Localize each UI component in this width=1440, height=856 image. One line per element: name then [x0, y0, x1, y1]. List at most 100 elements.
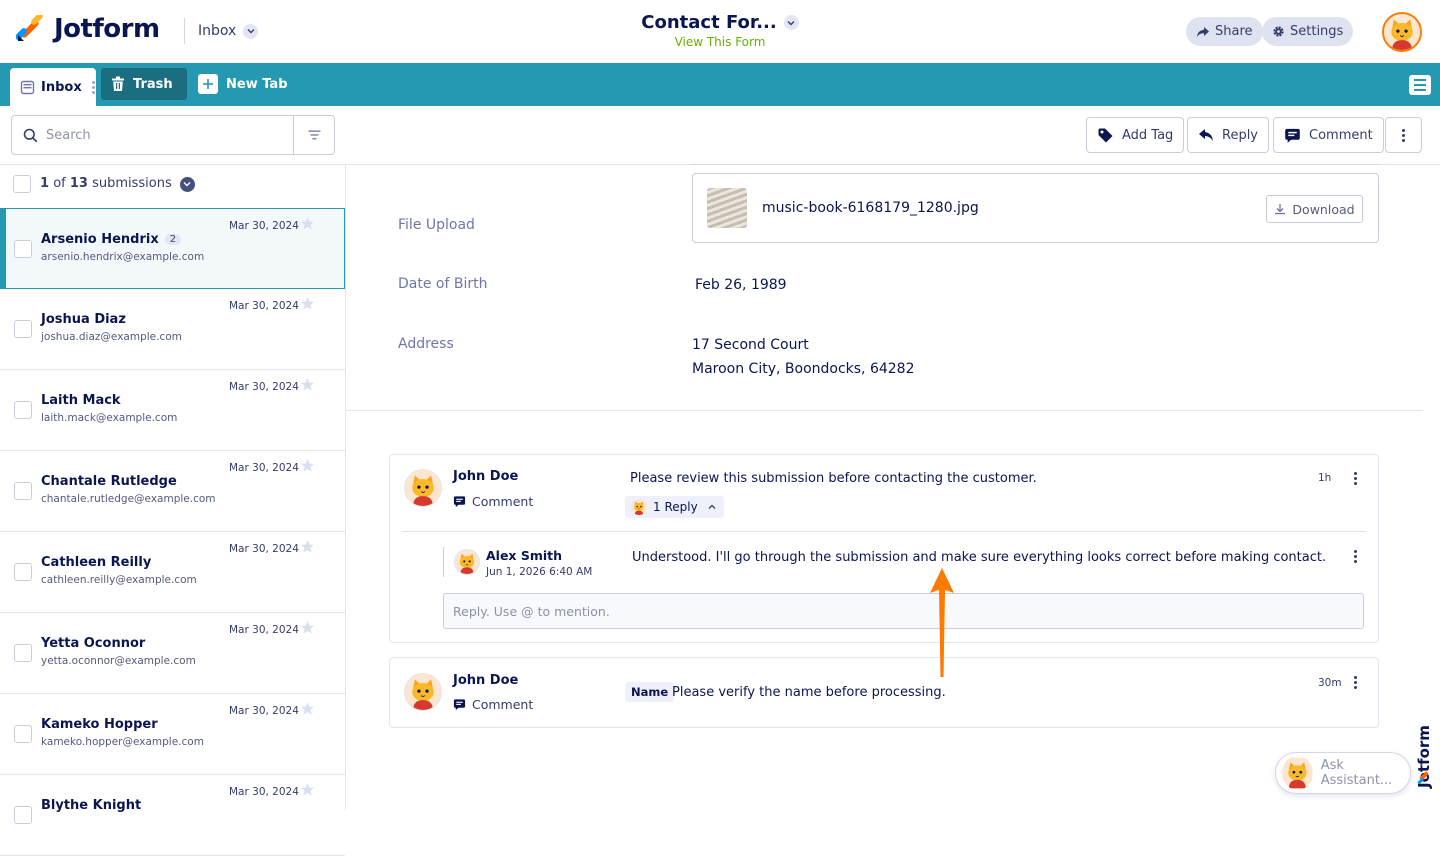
submitter-email: chantale.rutledge@example.com	[41, 493, 216, 505]
row-checkbox[interactable]	[14, 725, 32, 743]
kebab-icon[interactable]	[1354, 550, 1358, 563]
submitter-name: Laith Mack	[41, 393, 121, 408]
comment-type: Comment	[453, 697, 533, 712]
row-checkbox[interactable]	[14, 401, 32, 419]
submission-date: Mar 30, 2024	[229, 220, 299, 232]
tab-trash-label: Trash	[133, 76, 173, 92]
side-brand-badge[interactable]: Jotform	[1413, 690, 1435, 790]
share-label: Share	[1215, 24, 1253, 39]
selection-summary: 1 of 13 submissions	[13, 175, 195, 193]
star-icon[interactable]	[300, 216, 315, 231]
submission-name: Cathleen Reilly	[41, 555, 151, 570]
reply-button[interactable]: Reply	[1187, 117, 1270, 153]
address-line-2: Maroon City, Boondocks, 64282	[692, 361, 915, 377]
list-item[interactable]: Kameko Hopper kameko.hopper@example.com Ma…	[0, 694, 345, 775]
row-checkbox[interactable]	[14, 644, 32, 662]
list-item[interactable]: Blythe Knight Mar 30, 2024	[0, 775, 345, 856]
submission-name: Joshua Diaz	[41, 312, 126, 327]
avatar-icon	[405, 674, 441, 710]
list-item[interactable]: Arsenio Hendrix 2 arsenio.hendrix@example.…	[0, 208, 345, 289]
star-icon[interactable]	[300, 782, 315, 797]
list-item[interactable]: Joshua Diaz joshua.diaz@example.com Mar 30…	[0, 289, 345, 370]
jotform-logo-icon: Jotform	[1415, 725, 1433, 789]
star-icon[interactable]	[300, 296, 315, 311]
ask-assistant-button[interactable]: Ask Assistant...	[1275, 752, 1411, 794]
submitter-email: arsenio.hendrix@example.com	[41, 251, 205, 263]
submission-name: Arsenio Hendrix 2	[41, 232, 182, 247]
star-icon[interactable]	[300, 620, 315, 635]
inbox-dropdown[interactable]: Inbox	[184, 18, 259, 44]
settings-button[interactable]: Settings	[1262, 17, 1354, 46]
comment-icon	[453, 495, 466, 508]
inbox-icon	[20, 80, 35, 94]
select-all-checkbox[interactable]	[13, 175, 31, 193]
total-count: 13	[69, 176, 88, 192]
submission-date: Mar 30, 2024	[229, 462, 299, 474]
star-icon[interactable]	[300, 539, 315, 554]
replies-toggle[interactable]: 1 Reply	[625, 496, 724, 518]
drag-handle-icon[interactable]	[91, 80, 95, 94]
new-tab-label: New Tab	[226, 76, 288, 92]
current-index: 1	[40, 176, 50, 192]
submitter-name: Chantale Rutledge	[41, 474, 177, 489]
form-title-dropdown[interactable]: Contact For...	[641, 12, 799, 33]
kebab-icon[interactable]	[1354, 676, 1358, 689]
filter-button[interactable]	[293, 116, 334, 154]
hamburger-menu-icon[interactable]	[1409, 75, 1431, 95]
list-item[interactable]: Yetta Oconnor yetta.oconnor@example.com Ma…	[0, 613, 345, 694]
chevron-up-icon	[708, 504, 716, 509]
comment-label: Comment	[1309, 127, 1373, 143]
form-title-area: Contact For... View This Form	[600, 12, 840, 49]
trash-icon	[112, 76, 124, 91]
row-checkbox[interactable]	[14, 563, 32, 581]
comment-text: Please verify the name before processing…	[672, 685, 946, 700]
tab-trash[interactable]: Trash	[101, 68, 187, 100]
star-icon[interactable]	[300, 701, 315, 716]
chevron-down-icon	[179, 176, 195, 192]
file-name[interactable]: music-book-6168179_1280.jpg	[762, 200, 979, 216]
reply-icon	[1199, 129, 1213, 141]
details-divider	[346, 410, 1423, 411]
list-item[interactable]: Laith Mack laith.mack@example.com Mar 30, …	[0, 370, 345, 451]
reply-input[interactable]	[443, 593, 1364, 629]
search-input[interactable]	[46, 127, 286, 143]
submission-name: Yetta Oconnor	[41, 636, 145, 651]
comment-card: John Doe Comment Please review this subm…	[389, 454, 1379, 643]
annotation-arrow	[930, 568, 954, 677]
row-checkbox[interactable]	[14, 806, 32, 824]
comment-time: 1h	[1318, 472, 1332, 484]
more-options-button[interactable]	[1385, 117, 1422, 153]
row-checkbox[interactable]	[14, 320, 32, 338]
upload-top-border	[692, 164, 1379, 165]
kebab-icon	[1401, 128, 1406, 142]
address-label: Address	[398, 336, 454, 352]
field-tag[interactable]: Name	[625, 682, 675, 702]
submission-date: Mar 30, 2024	[229, 543, 299, 555]
list-item[interactable]: Chantale Rutledge chantale.rutledge@examp…	[0, 451, 345, 532]
comment-button[interactable]: Comment	[1273, 117, 1384, 153]
tag-icon	[1098, 128, 1113, 142]
list-divider	[345, 164, 346, 810]
download-icon	[1275, 204, 1286, 215]
submission-count[interactable]: 1 of 13 submissions	[40, 176, 195, 192]
download-button[interactable]: Download	[1266, 195, 1363, 223]
submitter-email: kameko.hopper@example.com	[41, 736, 204, 748]
list-item[interactable]: Cathleen Reilly cathleen.reilly@example.c…	[0, 532, 345, 613]
star-icon[interactable]	[300, 458, 315, 473]
avatar	[454, 549, 480, 575]
star-icon[interactable]	[300, 377, 315, 392]
file-thumbnail[interactable]	[707, 188, 747, 228]
row-checkbox[interactable]	[14, 482, 32, 500]
new-tab-button[interactable]: New Tab	[198, 74, 288, 94]
share-button[interactable]: Share	[1186, 17, 1263, 46]
avatar[interactable]	[1382, 12, 1422, 52]
view-form-link[interactable]: View This Form	[600, 35, 840, 49]
settings-label: Settings	[1290, 24, 1344, 39]
row-checkbox[interactable]	[14, 240, 32, 258]
tab-inbox[interactable]: Inbox	[10, 68, 96, 106]
file-upload-label: File Upload	[398, 217, 475, 233]
add-tag-button[interactable]: Add Tag	[1086, 117, 1185, 153]
kebab-icon[interactable]	[1354, 472, 1358, 485]
download-label: Download	[1292, 201, 1355, 217]
jotform-logo[interactable]: Jotform	[16, 14, 160, 44]
